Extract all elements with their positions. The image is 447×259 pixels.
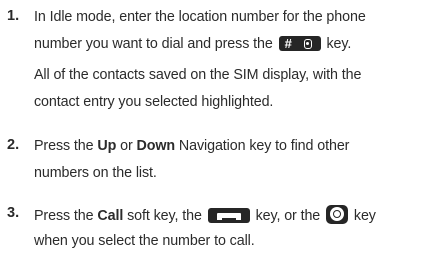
hash-key-icon: # <box>278 36 321 51</box>
instruction-page: 1. In Idle mode, enter the location numb… <box>0 0 447 259</box>
menu-key-icon <box>326 205 349 224</box>
step-1-line-1: In Idle mode, enter the location number … <box>34 9 366 25</box>
select-disc-icon <box>330 207 345 221</box>
step-1-line-3: All of the contacts saved on the SIM dis… <box>34 67 362 83</box>
phonebook-icon <box>303 39 312 49</box>
step-3-line-2: when you select the number to call. <box>34 233 255 249</box>
handset-icon <box>216 213 241 220</box>
send-key-icon <box>207 208 250 223</box>
step-2-line-1: Press the Up or Down Navigation key to f… <box>34 138 350 154</box>
step-1-line-2: number you want to dial and press the # … <box>34 36 352 52</box>
step-1-line-4: contact entry you selected highlighted. <box>34 94 274 110</box>
step-1-number: 1. <box>7 8 20 24</box>
step-3-number: 3. <box>7 205 20 221</box>
step-3-line-1: Press the Call soft key, the key, or the… <box>34 205 376 225</box>
step-2-number: 2. <box>7 137 20 153</box>
step-2-line-2: numbers on the list. <box>34 165 157 181</box>
